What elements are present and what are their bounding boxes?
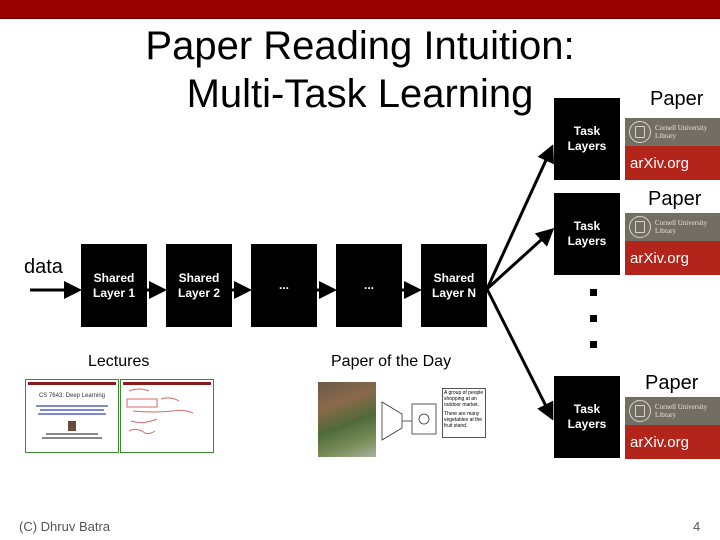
cornell-seal-icon (629, 216, 651, 238)
arrow-to-task-2 (485, 227, 555, 291)
cornell-seal-icon (629, 121, 651, 143)
paper-of-the-day-label: Paper of the Day (331, 353, 452, 370)
lectures-label: Lectures (88, 353, 150, 370)
paper-label-2: Paper (648, 188, 702, 210)
ellipsis-bullet-2 (590, 315, 597, 322)
market-photo (318, 382, 376, 457)
shared-layer-1: Shared Layer 1 (81, 244, 147, 327)
cnn-rnn-diagram (381, 401, 437, 441)
task-layers-3: Task Layers (554, 376, 620, 458)
arxiv-logo-3: Cornell University Library arXiv.org (625, 397, 720, 459)
paper-label-1: Paper (650, 88, 704, 110)
shared-layer-n: Shared Layer N (421, 244, 487, 327)
shared-layer-2: Shared Layer 2 (166, 244, 232, 327)
handwritten-notes (126, 388, 194, 435)
footer-credit: (C) Dhruv Batra (19, 519, 111, 534)
shared-layer-ellipsis-2: ... (336, 244, 402, 327)
caption-box: A group of people shopping at an outdoor… (442, 388, 486, 438)
lecture-thumbnail-title-slide: CS 7643: Deep Learning (25, 379, 119, 453)
paper-figure: A group of people shopping at an outdoor… (318, 382, 488, 457)
task-layers-1: Task Layers (554, 98, 620, 180)
input-data-label: data (24, 256, 63, 278)
task-layers-2: Task Layers (554, 193, 620, 275)
presenter-photo (68, 421, 76, 431)
lecture-thumb-title: CS 7643: Deep Learning (38, 393, 106, 399)
ellipsis-bullet-1 (590, 289, 597, 296)
ellipsis-bullet-3 (590, 341, 597, 348)
lecture-thumbnail-notes-slide (120, 379, 214, 453)
arrow-to-task-1 (485, 144, 554, 290)
arxiv-logo-2: Cornell University Library arXiv.org (625, 213, 720, 275)
paper-label-3: Paper (645, 372, 699, 394)
arxiv-logo-1: Cornell University Library arXiv.org (625, 118, 720, 180)
page-number: 4 (693, 519, 701, 534)
shared-layer-ellipsis-1: ... (251, 244, 317, 327)
cornell-seal-icon (629, 400, 651, 422)
arrow-to-task-3 (485, 288, 554, 421)
